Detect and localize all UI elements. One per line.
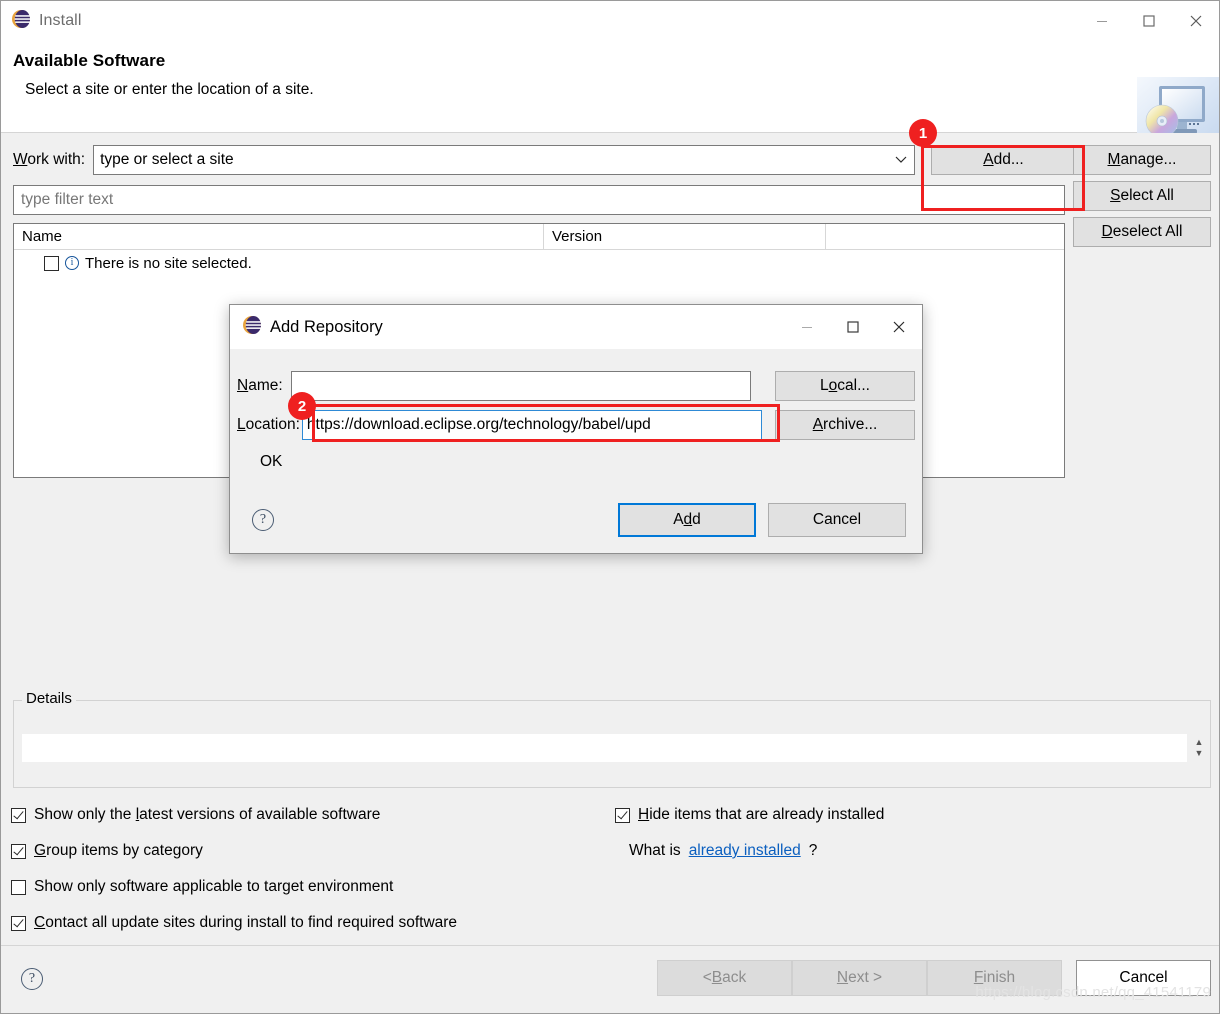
info-icon: i xyxy=(65,256,79,270)
cancel-button[interactable]: Cancel xyxy=(1076,960,1211,996)
site-action-buttons: Manage... Select All Deselect All xyxy=(1073,145,1211,247)
eclipse-globe-icon xyxy=(11,9,31,33)
row-name: There is no site selected. xyxy=(85,254,252,272)
filter-placeholder: type filter text xyxy=(21,191,114,208)
column-header-name[interactable]: Name xyxy=(14,224,544,250)
option-label: Show only software applicable to target … xyxy=(34,878,394,895)
scroll-down-icon[interactable]: ▼ xyxy=(1195,748,1204,759)
question-suffix: ? xyxy=(808,842,818,859)
close-button[interactable] xyxy=(1172,1,1219,41)
modal-title: Add Repository xyxy=(270,317,383,336)
details-scroll-spinner[interactable]: ▲ ▼ xyxy=(1192,733,1206,763)
details-group: Details ▲ ▼ xyxy=(13,690,1211,788)
option-checkbox[interactable] xyxy=(11,915,26,931)
modal-maximize-button[interactable] xyxy=(830,305,876,349)
scroll-up-icon[interactable]: ▲ xyxy=(1195,737,1204,748)
option-applicable-to-target[interactable]: Show only software applicable to target … xyxy=(11,869,457,905)
location-label: Location: xyxy=(237,416,300,433)
modal-footer: ? Add Cancel xyxy=(230,489,922,553)
next-button[interactable]: Next > xyxy=(792,960,927,996)
filter-input[interactable]: type filter text xyxy=(13,185,1065,215)
option-hide-installed[interactable]: Hide items that are already installed xyxy=(615,797,884,833)
modal-window-controls xyxy=(784,305,922,349)
help-icon[interactable]: ? xyxy=(21,968,43,990)
minimize-button[interactable] xyxy=(1078,1,1125,41)
option-label: Hide items that are already installed xyxy=(638,806,885,823)
add-repository-dialog: Add Repository Name: Location: https://d… xyxy=(229,304,923,554)
modal-cancel-button[interactable]: Cancel xyxy=(768,503,906,537)
options-left: Show only the latest versions of availab… xyxy=(11,797,457,941)
work-with-label: Work with: xyxy=(13,151,86,168)
already-installed-question: What is already installed? xyxy=(615,833,884,869)
modal-status-text: OK xyxy=(260,453,283,470)
option-checkbox[interactable] xyxy=(11,843,26,859)
column-header-extra[interactable] xyxy=(826,224,1064,250)
table-header: Name Version xyxy=(14,224,1064,250)
table-row[interactable]: i There is no site selected. xyxy=(14,250,1064,276)
maximize-button[interactable] xyxy=(1125,1,1172,41)
deselect-all-button[interactable]: Deselect All xyxy=(1073,217,1211,247)
chevron-down-icon[interactable] xyxy=(892,156,910,164)
manage-button[interactable]: Manage... xyxy=(1073,145,1211,175)
column-header-version[interactable]: Version xyxy=(544,224,826,250)
work-with-value: type or select a site xyxy=(100,151,234,168)
modal-add-button[interactable]: Add xyxy=(618,503,756,537)
option-checkbox[interactable] xyxy=(11,879,26,895)
window-titlebar: Install xyxy=(1,1,1219,41)
modal-titlebar: Add Repository xyxy=(230,305,922,349)
archive-button[interactable]: Archive... xyxy=(775,410,915,440)
option-checkbox[interactable] xyxy=(615,807,630,823)
work-with-combo[interactable]: type or select a site xyxy=(93,145,915,175)
options-right: Hide items that are already installed Wh… xyxy=(615,797,884,869)
back-button[interactable]: < Back xyxy=(657,960,792,996)
modal-minimize-button[interactable] xyxy=(784,305,830,349)
option-label: Contact all update sites during install … xyxy=(34,914,458,931)
option-label: Show only the latest versions of availab… xyxy=(34,806,381,823)
wizard-nav-buttons: < Back Next > Finish Cancel xyxy=(657,960,1211,996)
option-contact-all-update-sites[interactable]: Contact all update sites during install … xyxy=(11,905,457,941)
page-subtitle: Select a site or enter the location of a… xyxy=(25,81,314,98)
details-group-label: Details xyxy=(22,690,76,707)
option-group-by-category[interactable]: Group items by category xyxy=(11,833,457,869)
page-title: Available Software xyxy=(13,51,166,70)
details-text[interactable] xyxy=(21,733,1188,763)
install-wizard-window: Install Available Software Select a site… xyxy=(0,0,1220,1014)
option-show-latest-versions[interactable]: Show only the latest versions of availab… xyxy=(11,797,457,833)
row-checkbox[interactable] xyxy=(44,255,59,271)
modal-action-buttons: Add Cancel xyxy=(618,503,906,537)
add-button[interactable]: Add... xyxy=(931,145,1076,175)
location-input[interactable]: https://download.eclipse.org/technology/… xyxy=(301,410,762,440)
option-label: Group items by category xyxy=(34,842,203,859)
local-button[interactable]: Lo cal... xyxy=(775,371,915,401)
location-row: Location: https://download.eclipse.org/t… xyxy=(237,410,762,440)
modal-help-icon[interactable]: ? xyxy=(252,509,274,531)
wizard-footer: ? < Back Next > Finish Cancel https://bl… xyxy=(1,945,1219,1013)
question-prefix: What is xyxy=(629,842,681,859)
option-checkbox[interactable] xyxy=(11,807,26,823)
modal-close-button[interactable] xyxy=(876,305,922,349)
select-all-button[interactable]: Select All xyxy=(1073,181,1211,211)
name-row: Name: xyxy=(237,371,751,401)
name-label: Name: xyxy=(237,377,283,394)
modal-body: Name: Location: https://download.eclipse… xyxy=(230,349,922,553)
window-title: Install xyxy=(39,12,82,29)
wizard-header: Available Software Select a site or ente… xyxy=(1,41,1219,151)
window-controls xyxy=(1078,1,1219,41)
add-button-wrap: Add... xyxy=(931,145,1076,175)
name-input[interactable] xyxy=(290,371,751,401)
modal-browse-buttons: Lo cal... Archive... xyxy=(775,371,915,440)
wizard-body: Work with: type or select a site Add... … xyxy=(1,133,1219,1013)
eclipse-globe-icon xyxy=(242,315,262,339)
location-value: https://download.eclipse.org/technology/… xyxy=(306,416,651,433)
already-installed-link[interactable]: already installed xyxy=(689,842,801,860)
finish-button[interactable]: Finish xyxy=(927,960,1062,996)
